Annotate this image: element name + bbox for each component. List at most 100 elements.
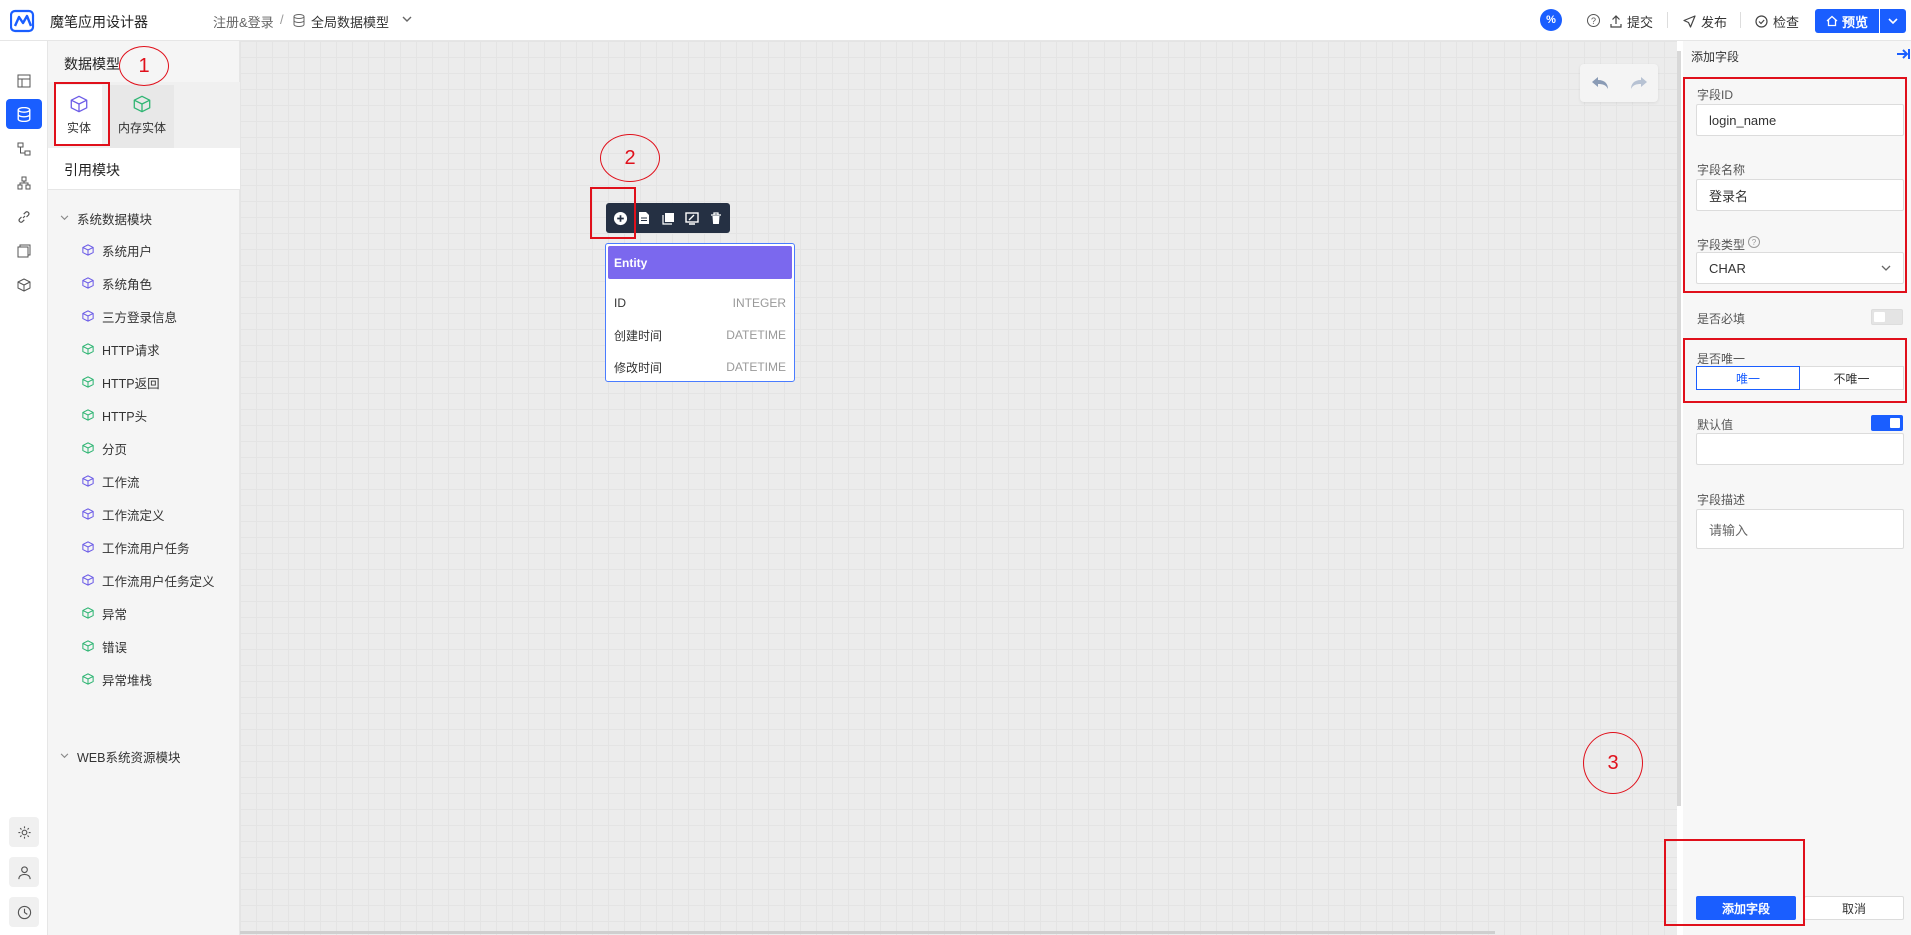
settings-icon[interactable] [9, 817, 39, 847]
tree-item-label: 分页 [102, 442, 128, 457]
structure-icon[interactable] [12, 171, 36, 195]
link-icon[interactable] [12, 205, 36, 229]
check-label: 检查 [1773, 15, 1800, 30]
chevron-down-icon [1888, 17, 1898, 24]
resource-icon[interactable] [12, 239, 36, 263]
document-icon [639, 212, 649, 224]
help-icon[interactable]: ? [1587, 14, 1600, 27]
entity-card[interactable]: Entity ID INTEGER 创建时间 DATETIME 修改时间 DATETIME [605, 243, 795, 382]
tree-item-label: HTTP头 [102, 409, 148, 424]
required-label: 是否必填 [1697, 312, 1746, 326]
tree-item-label: 工作流定义 [102, 508, 165, 523]
entity-field-type: INTEGER [732, 296, 786, 310]
tree-item-label: 工作流 [102, 475, 140, 490]
entity-title: Entity [614, 255, 648, 270]
help-glyph: ? [1590, 15, 1596, 26]
copy-button[interactable] [657, 206, 679, 230]
tree-group-label: 系统数据模块 [77, 212, 153, 227]
tab-memory-entity-label: 内存实体 [117, 121, 166, 135]
tree-group-web-resource[interactable]: WEB系统资源模块 [60, 745, 250, 767]
user-icon[interactable] [9, 857, 39, 887]
entity-field-row[interactable]: ID INTEGER [614, 288, 786, 318]
entity-field-name: 修改时间 [614, 360, 663, 375]
memory-entity-cube-icon [82, 673, 94, 685]
left-icon-bar [0, 41, 48, 935]
app-logo-icon [10, 8, 36, 34]
cancel-button[interactable]: 取消 [1804, 896, 1904, 920]
entity-field-row[interactable]: 创建时间 DATETIME [614, 320, 786, 350]
edit-screen-icon [685, 211, 699, 225]
entity-cube-icon [82, 277, 94, 289]
entity-cube-icon [82, 475, 94, 487]
submit-button[interactable]: 提交 [1610, 12, 1653, 31]
annotation-box-submit [1664, 839, 1805, 926]
memory-entity-cube-icon [133, 95, 151, 113]
scrollbar[interactable] [1677, 51, 1681, 806]
upload-icon [1610, 15, 1622, 28]
logic-flow-icon[interactable] [12, 137, 36, 161]
edit-button[interactable] [681, 206, 703, 230]
annotation-circle-2: 2 [600, 134, 660, 182]
delete-button[interactable] [705, 206, 727, 230]
undo-redo-bar [1580, 64, 1658, 102]
memory-entity-cube-icon [82, 409, 94, 421]
publish-button[interactable]: 发布 [1683, 12, 1727, 31]
tree-item-label: 工作流用户任务 [102, 541, 190, 556]
memory-entity-cube-icon [82, 640, 94, 652]
entity-header[interactable]: Entity [608, 246, 792, 279]
field-desc-input[interactable]: 请输入 [1696, 509, 1904, 549]
divider [1667, 12, 1668, 28]
database-nav-icon[interactable] [6, 99, 42, 129]
toggle-knob [1874, 312, 1885, 322]
entity-cube-icon [82, 541, 94, 553]
annotation-number: 3 [1607, 751, 1619, 774]
annotation-box-add-button [590, 187, 636, 239]
tree-item-label: 三方登录信息 [102, 310, 178, 325]
layout-icon[interactable] [12, 69, 36, 93]
collapse-arrow-icon[interactable] [1896, 48, 1910, 60]
tree-item-label: 工作流用户任务定义 [102, 574, 215, 589]
entity-cube-icon [82, 244, 94, 256]
tree-group-system-data[interactable]: 系统数据模块 [60, 207, 250, 229]
chevron-down-icon[interactable] [402, 16, 412, 23]
design-canvas[interactable]: Entity ID INTEGER 创建时间 DATETIME 修改时间 DATETIME [240, 41, 1677, 935]
preview-button[interactable]: 预览 [1815, 9, 1879, 33]
app-title: 魔笔应用设计器 [50, 14, 148, 30]
divider [48, 189, 240, 190]
default-value-label: 默认值 [1697, 418, 1734, 432]
entity-field-row[interactable]: 修改时间 DATETIME [614, 352, 786, 382]
history-icon[interactable] [9, 897, 39, 927]
entity-field-type: DATETIME [726, 360, 786, 374]
cube-icon[interactable] [12, 273, 36, 297]
tree-item-label: 系统角色 [102, 277, 153, 292]
tree-item-label: 错误 [102, 640, 128, 655]
cancel-label: 取消 [1841, 901, 1866, 916]
annotation-number: 2 [624, 146, 636, 169]
document-button[interactable] [633, 206, 655, 230]
redo-icon[interactable] [1630, 76, 1648, 90]
breadcrumb-item-project[interactable]: 注册&登录 [213, 12, 274, 31]
annotation-box-unique [1683, 338, 1907, 403]
copy-icon [661, 212, 674, 225]
undo-icon[interactable] [1591, 76, 1609, 90]
default-value-toggle[interactable] [1871, 415, 1903, 431]
required-toggle[interactable] [1871, 309, 1903, 325]
home-icon [1826, 15, 1838, 27]
publish-label: 发布 [1701, 15, 1728, 30]
top-header: 魔笔应用设计器 注册&登录 / 全局数据模型 % ? 提交 发布 检查 预览 [0, 0, 1911, 41]
entity-cube-icon [82, 508, 94, 520]
tree-item-label: 系统用户 [102, 244, 153, 259]
memory-entity-cube-icon [82, 607, 94, 619]
check-button[interactable]: 检查 [1755, 12, 1799, 31]
entity-field-name: 创建时间 [614, 328, 663, 343]
percent-badge[interactable]: % [1540, 9, 1562, 31]
preview-dropdown-button[interactable] [1880, 9, 1906, 33]
section-title: 引用模块 [64, 162, 120, 178]
annotation-circle-1: 1 [119, 46, 169, 86]
entity-field-type: DATETIME [726, 328, 786, 342]
tree-item-label: HTTP请求 [102, 343, 160, 358]
breadcrumb-item-data-model[interactable]: 全局数据模型 [311, 12, 389, 31]
horizontal-scrollbar[interactable] [240, 931, 1495, 934]
annotation-box-entity-tab [54, 82, 110, 146]
default-value-input[interactable] [1696, 433, 1904, 465]
